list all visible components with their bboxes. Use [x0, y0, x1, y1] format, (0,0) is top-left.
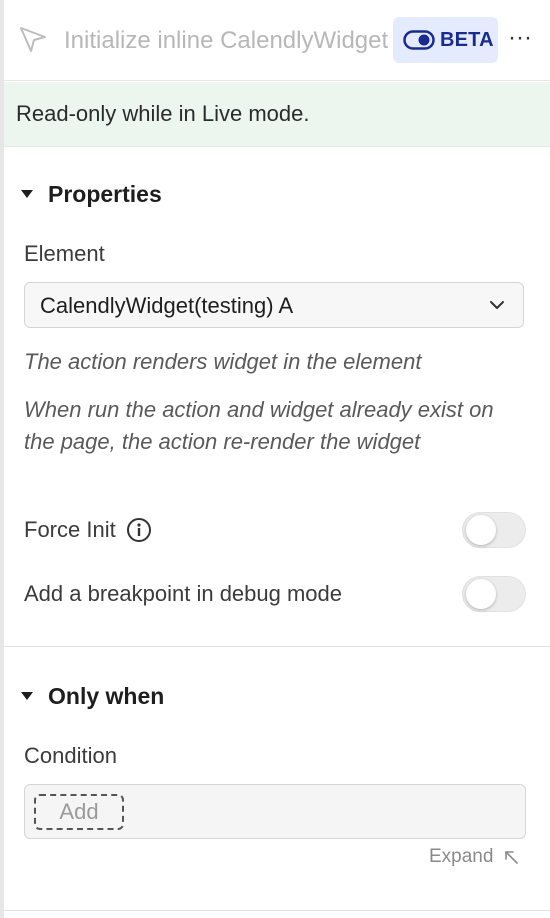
toggle-icon	[403, 30, 435, 50]
condition-field[interactable]: Add	[24, 784, 526, 839]
more-icon[interactable]: ···	[504, 24, 536, 54]
force-init-switch[interactable]	[462, 512, 526, 548]
expand-label: Expand	[429, 846, 494, 867]
chevron-down-icon	[490, 301, 504, 309]
panel-header: Initialize inline CalendlyWidget BETA ··…	[4, 0, 550, 81]
caret-down-icon	[21, 190, 33, 198]
switch-knob	[466, 579, 496, 609]
element-select[interactable]: CalendlyWidget(testing) A	[24, 282, 524, 328]
beta-badge[interactable]: BETA	[393, 17, 498, 63]
force-init-row: Force Init	[24, 515, 152, 545]
bottom-divider	[4, 910, 550, 911]
breakpoint-row: Add a breakpoint in debug mode	[24, 579, 342, 609]
hint-renders-widget: The action renders widget in the element	[24, 349, 422, 374]
breakpoint-switch[interactable]	[462, 576, 526, 612]
section-divider	[4, 646, 550, 647]
read-only-banner: Read-only while in Live mode.	[4, 82, 550, 147]
expand-arrow-icon	[505, 851, 519, 864]
element-select-value: CalendlyWidget(testing) A	[40, 293, 294, 318]
properties-section-toggle[interactable]: Properties	[20, 177, 162, 211]
expand-button[interactable]: Expand	[429, 846, 519, 868]
caret-down-icon	[21, 692, 33, 700]
force-init-label: Force Init	[24, 517, 116, 542]
action-title: Initialize inline CalendlyWidget	[64, 27, 389, 54]
info-icon[interactable]	[126, 517, 152, 543]
condition-label: Condition	[24, 743, 117, 768]
only-when-title: Only when	[48, 682, 165, 709]
read-only-text: Read-only while in Live mode.	[16, 101, 310, 126]
only-when-section-toggle[interactable]: Only when	[20, 679, 164, 713]
properties-title: Properties	[48, 180, 162, 207]
switch-knob	[466, 515, 496, 545]
cursor-icon	[20, 27, 46, 52]
add-condition-button[interactable]: Add	[34, 794, 124, 830]
hint-rerender-widget: When run the action and widget already e…	[24, 397, 494, 454]
breakpoint-label: Add a breakpoint in debug mode	[24, 581, 343, 606]
element-label: Element	[24, 241, 105, 266]
beta-label: BETA	[440, 28, 494, 51]
